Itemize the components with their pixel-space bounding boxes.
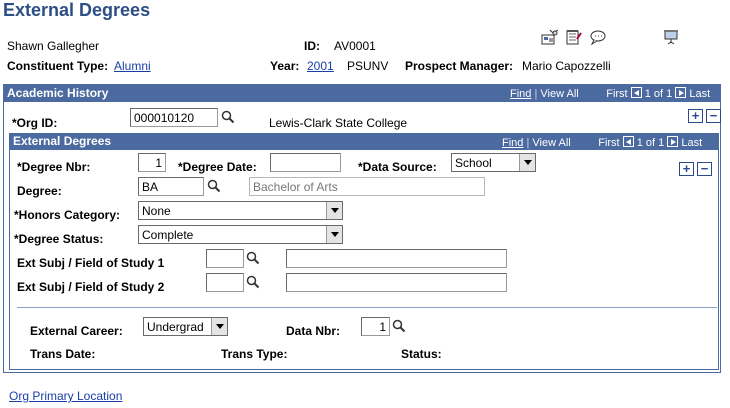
year-link[interactable]: 2001 (307, 59, 334, 73)
external-career-label: External Career: (30, 324, 123, 338)
academic-history-last: Last (689, 88, 711, 100)
id-value: AV0001 (334, 39, 376, 53)
trans-type-label: Trans Type: (221, 347, 288, 361)
comment-icon[interactable] (589, 29, 607, 45)
degree-nbr-label: *Degree Nbr: (17, 160, 91, 174)
chevron-down-icon (519, 154, 535, 171)
ext-subj-2-label: Ext Subj / Field of Study 2 (17, 280, 165, 294)
external-degrees-position: 1 of 1 (636, 137, 665, 149)
academic-history-view-all: View All (540, 88, 579, 100)
honors-category-value: None (142, 204, 171, 218)
degree-nbr-input[interactable] (138, 153, 166, 172)
prospect-manager-label: Prospect Manager: (405, 59, 514, 73)
delete-academic-row-button[interactable]: − (706, 109, 721, 123)
ext-subj-2-code-input[interactable] (206, 273, 244, 292)
constituent-name: Shawn Gallegher (7, 39, 100, 53)
add-degree-row-button[interactable]: + (679, 162, 694, 176)
external-career-value: Undergrad (147, 320, 204, 334)
degree-input[interactable] (138, 177, 204, 196)
degree-description (249, 177, 485, 196)
trans-date-label: Trans Date: (30, 347, 96, 361)
page-title: External Degrees (3, 0, 151, 20)
status-label: Status: (401, 347, 442, 361)
degree-status-value: Complete (142, 228, 194, 242)
degree-label: Degree: (17, 184, 62, 198)
academic-history-first: First (606, 88, 628, 100)
data-source-select[interactable]: School (451, 153, 536, 172)
data-nbr-lookup-icon[interactable] (392, 319, 406, 333)
directory-icon[interactable] (541, 29, 559, 45)
notepad-icon[interactable] (565, 29, 583, 45)
prev-arrow-icon[interactable] (630, 87, 642, 98)
year-label: Year: (270, 59, 300, 73)
next-arrow-icon[interactable] (667, 136, 679, 147)
data-nbr-input[interactable] (361, 317, 390, 336)
org-name: Lewis-Clark State College (269, 116, 408, 130)
ext-subj-1-label: Ext Subj / Field of Study 1 (17, 256, 165, 270)
org-id-lookup-icon[interactable] (221, 110, 235, 124)
ext-subj-1-desc-input[interactable] (286, 249, 507, 268)
data-source-value: School (455, 156, 492, 170)
data-nbr-label: Data Nbr: (286, 324, 341, 338)
id-label: ID: (304, 39, 320, 53)
constituent-type-link[interactable]: Alumni (114, 59, 151, 73)
external-career-select[interactable]: Undergrad (143, 317, 228, 336)
degree-date-input[interactable] (270, 153, 341, 172)
prev-arrow-icon[interactable] (622, 136, 634, 147)
academic-history-title: Academic History (7, 86, 109, 100)
next-arrow-icon[interactable] (675, 87, 687, 98)
external-degrees-first: First (598, 137, 620, 149)
section-divider (17, 307, 717, 308)
degree-lookup-icon[interactable] (207, 179, 221, 193)
constituent-type-label: Constituent Type: (7, 59, 109, 73)
ext-subj-1-lookup-icon[interactable] (246, 251, 260, 265)
org-id-label: *Org ID: (12, 116, 58, 130)
external-degrees-nav: Find | View All First 1 of 1 Last (502, 136, 703, 149)
honors-category-label: *Honors Category: (14, 208, 121, 222)
chevron-down-icon (326, 226, 342, 243)
institution-value: PSUNV (347, 59, 389, 73)
ext-subj-2-desc-input[interactable] (286, 273, 507, 292)
presentation-icon[interactable] (662, 29, 680, 45)
external-degrees-header: External Degrees Find | View All First 1… (9, 133, 719, 150)
external-degrees-view-all: View All (532, 137, 571, 149)
delete-degree-row-button[interactable]: − (697, 162, 712, 176)
data-source-label: *Data Source: (358, 160, 437, 174)
external-degrees-last: Last (681, 137, 703, 149)
academic-history-position: 1 of 1 (644, 88, 673, 100)
degree-date-label: *Degree Date: (178, 160, 257, 174)
academic-history-find-link[interactable]: Find (510, 88, 531, 100)
add-academic-row-button[interactable]: + (688, 109, 703, 123)
ext-subj-1-code-input[interactable] (206, 249, 244, 268)
ext-subj-2-lookup-icon[interactable] (246, 275, 260, 289)
prospect-manager-value: Mario Capozzelli (522, 59, 611, 73)
degree-status-label: *Degree Status: (14, 232, 104, 246)
academic-history-header: Academic History Find | View All First 1… (3, 84, 721, 102)
chevron-down-icon (326, 202, 342, 219)
chevron-down-icon (211, 318, 227, 335)
org-primary-location-link[interactable]: Org Primary Location (9, 389, 122, 403)
external-degrees-title: External Degrees (13, 134, 112, 148)
academic-history-nav: Find | View All First 1 of 1 Last (510, 87, 711, 100)
degree-status-select[interactable]: Complete (138, 225, 343, 244)
external-degrees-find-link[interactable]: Find (502, 137, 523, 149)
org-id-input[interactable] (130, 108, 218, 127)
honors-category-select[interactable]: None (138, 201, 343, 220)
